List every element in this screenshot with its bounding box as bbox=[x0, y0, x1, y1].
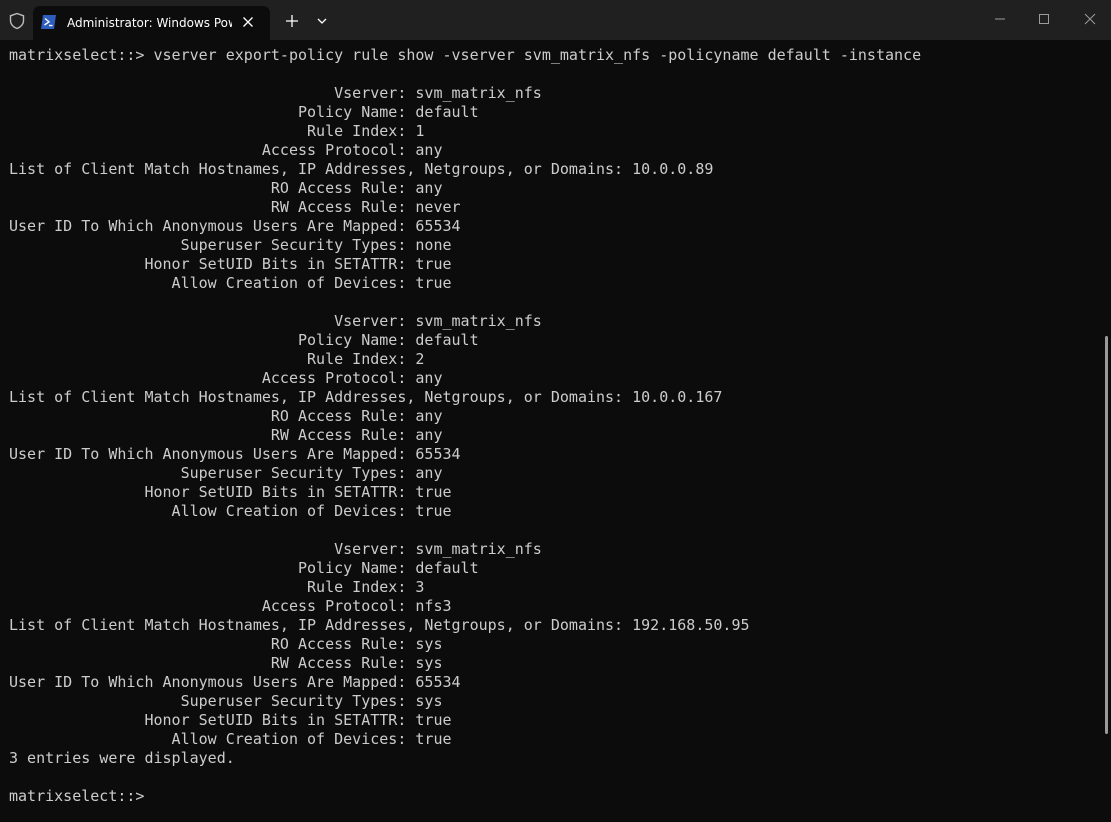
maximize-icon bbox=[1039, 14, 1049, 24]
vertical-scrollbar[interactable] bbox=[1105, 336, 1108, 734]
terminal-pane[interactable]: matrixselect::> vserver export-policy ru… bbox=[0, 40, 1100, 822]
close-window-button[interactable] bbox=[1067, 4, 1111, 34]
chevron-down-icon[interactable] bbox=[313, 13, 331, 29]
close-icon[interactable] bbox=[240, 14, 256, 30]
minimize-button[interactable] bbox=[977, 4, 1023, 34]
terminal-output[interactable]: matrixselect::> vserver export-policy ru… bbox=[9, 46, 921, 806]
tab-powershell[interactable]: Administrator: Windows PowerShell bbox=[33, 6, 270, 40]
title-bar: Administrator: Windows PowerShell bbox=[0, 0, 1111, 40]
plus-icon[interactable] bbox=[283, 12, 301, 30]
terminal-window: Administrator: Windows PowerShell bbox=[0, 0, 1111, 822]
close-icon bbox=[1084, 13, 1096, 25]
shield-icon bbox=[8, 12, 26, 30]
minimize-icon bbox=[995, 18, 1005, 20]
tab-title: Administrator: Windows PowerShell bbox=[67, 16, 232, 30]
maximize-button[interactable] bbox=[1021, 4, 1067, 34]
powershell-icon bbox=[40, 14, 57, 30]
